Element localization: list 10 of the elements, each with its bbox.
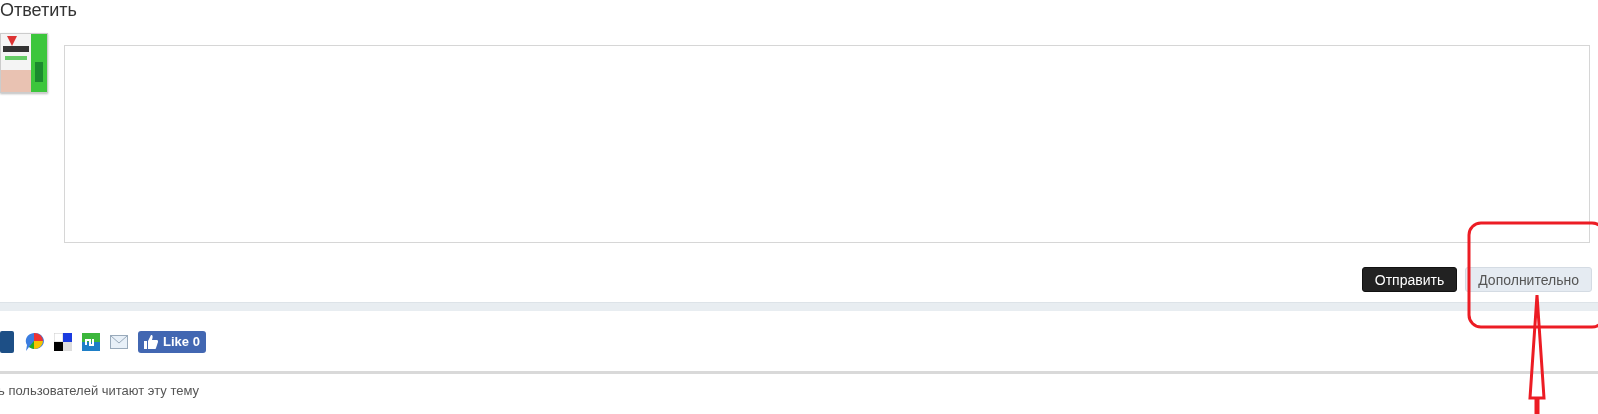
message-field[interactable]	[64, 45, 1590, 243]
speech-bubble-icon[interactable]	[24, 331, 44, 352]
send-button[interactable]: Отправить	[1361, 267, 1458, 292]
su-logo-icon[interactable]	[82, 332, 100, 351]
like-button[interactable]: Like 0	[138, 330, 206, 353]
checkered-square-icon[interactable]	[54, 332, 72, 351]
thumbs-up-icon	[144, 334, 158, 349]
section-title: Ответить	[0, 0, 77, 20]
more-button[interactable]: Дополнительно	[1465, 267, 1592, 292]
envelope-icon[interactable]	[110, 334, 128, 349]
